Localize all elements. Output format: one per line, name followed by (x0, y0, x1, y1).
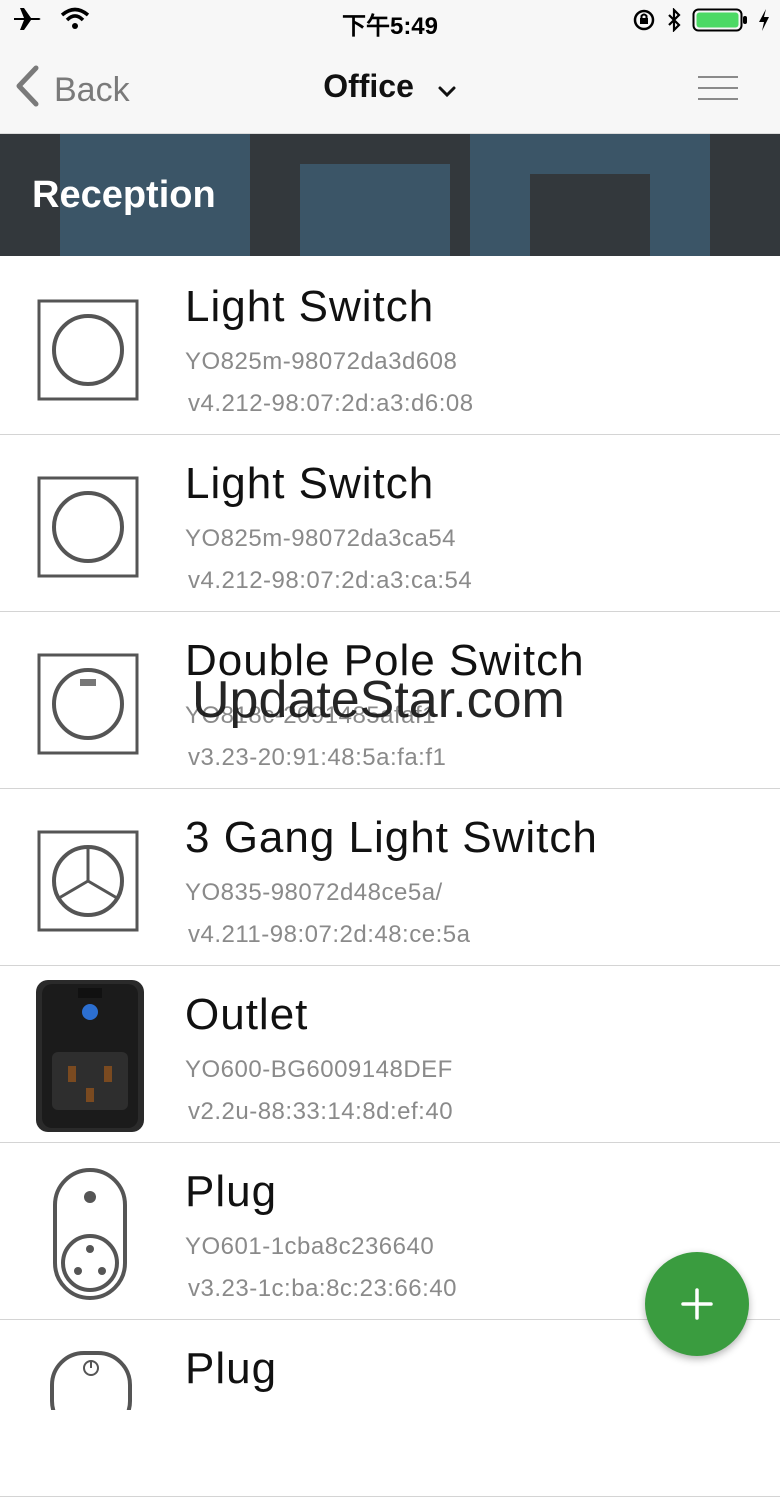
device-version: v4.212-98:07:2d:a3:ca:54 (188, 567, 473, 594)
plus-icon (645, 1288, 749, 1360)
room-banner: Reception (0, 134, 780, 256)
navigation-bar: Back Office (0, 40, 780, 134)
device-row[interactable]: 3 Gang Light Switch YO835-98072d48ce5a/ … (0, 789, 780, 966)
device-name: Plug (185, 1167, 278, 1216)
light-switch-icon (36, 475, 140, 579)
device-model: YO601-1cba8c236640 (185, 1233, 435, 1260)
outlet-icon (32, 978, 148, 1134)
device-version: v4.211-98:07:2d:48:ce:5a (188, 921, 471, 948)
device-model: YO818c-2091485afaf1 (185, 702, 437, 729)
location-selector[interactable]: Office (0, 68, 780, 107)
rotation-lock-icon (632, 8, 656, 37)
device-name: Light Switch (185, 282, 435, 331)
device-row[interactable]: Light Switch YO825m-98072da3d608 v4.212-… (0, 258, 780, 435)
device-name: Outlet (185, 990, 309, 1039)
device-name: Light Switch (185, 459, 435, 508)
device-name: 3 Gang Light Switch (185, 813, 598, 862)
chevron-down-icon (437, 70, 457, 107)
device-model: YO835-98072d48ce5a/ (185, 879, 443, 906)
bluetooth-icon (666, 7, 682, 37)
plug-icon (50, 1167, 130, 1303)
device-row[interactable]: Light Switch YO825m-98072da3ca54 v4.212-… (0, 435, 780, 612)
device-version: v4.212-98:07:2d:a3:d6:08 (188, 390, 474, 417)
device-model: YO825m-98072da3d608 (185, 348, 458, 375)
room-title: Reception (32, 174, 216, 216)
device-model: YO600-BG6009148DEF (185, 1056, 453, 1083)
plug-icon (48, 1350, 134, 1435)
double-pole-switch-icon (36, 652, 140, 756)
device-version: v3.23-20:91:48:5a:fa:f1 (188, 744, 447, 771)
device-model: YO825m-98072da3ca54 (185, 525, 457, 552)
page-title: Office (323, 68, 414, 104)
charging-icon (758, 8, 770, 37)
device-row[interactable]: Double Pole Switch YO818c-2091485afaf1 v… (0, 612, 780, 789)
hamburger-menu-icon[interactable] (698, 76, 738, 102)
device-row[interactable]: Outlet YO600-BG6009148DEF v2.2u-88:33:14… (0, 966, 780, 1143)
device-version: v3.23-1c:ba:8c:23:66:40 (188, 1275, 458, 1302)
add-device-button[interactable] (645, 1252, 749, 1356)
light-switch-icon (36, 298, 140, 402)
device-name: Double Pole Switch (185, 636, 585, 685)
battery-icon (692, 7, 748, 38)
status-bar: 下午5:49 (0, 0, 780, 40)
three-gang-switch-icon (36, 829, 140, 933)
device-version: v2.2u-88:33:14:8d:ef:40 (188, 1098, 454, 1125)
